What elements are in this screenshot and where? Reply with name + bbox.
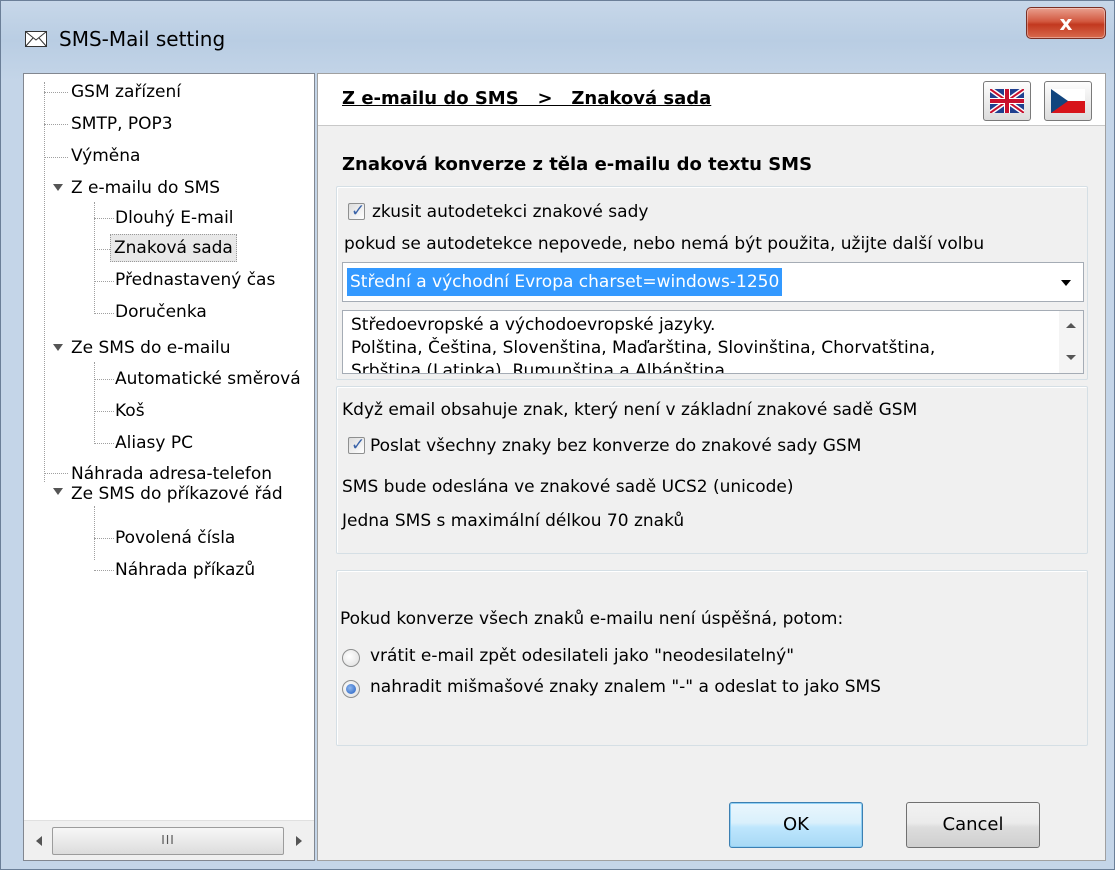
tree-item-nahrada-prikazu[interactable]: Náhrada příkazů: [112, 556, 258, 584]
charset-select[interactable]: Střední a východní Evropa charset=window…: [342, 262, 1084, 302]
tree-connector: [94, 362, 95, 444]
expand-icon[interactable]: [53, 344, 63, 351]
tree-item-kos[interactable]: Koš: [112, 397, 148, 425]
fallback-text: pokud se autodetekce nepovede, nebo nemá…: [344, 234, 985, 254]
expand-icon[interactable]: [53, 488, 63, 495]
grip-icon: III: [161, 833, 175, 847]
replace-chars-label: nahradit mišmašové znaky znalem "-" a od…: [370, 677, 881, 697]
envelope-icon: [25, 31, 47, 47]
close-icon: x: [1059, 11, 1073, 35]
tree-item-automaticke-smerovani[interactable]: Automatické směrová: [112, 365, 304, 393]
replace-chars-radio[interactable]: [342, 680, 360, 698]
description-scrollbar[interactable]: [1059, 311, 1083, 373]
czech-flag-icon: [1051, 89, 1085, 113]
title-bar[interactable]: SMS-Mail setting x: [1, 1, 1114, 73]
english-language-button[interactable]: [983, 81, 1031, 121]
uk-flag-icon: [990, 89, 1024, 113]
ok-button[interactable]: OK: [729, 802, 863, 848]
tree-item-ze-sms-do-emailu[interactable]: Ze SMS do e-mailu: [68, 334, 234, 362]
tree-connector: [94, 218, 114, 219]
radio-selected-dot: [346, 684, 356, 694]
cancel-button[interactable]: Cancel: [906, 802, 1040, 848]
tree-connector: [94, 281, 114, 282]
autodetect-label: zkusit autodetekci znakové sady: [372, 202, 649, 222]
breadcrumb: Z e-mailu do SMS > Znaková sada: [342, 88, 712, 109]
length-text: Jedna SMS s maximální délkou 70 znaků: [342, 511, 685, 531]
tree-connector: [94, 313, 114, 314]
scroll-up-icon[interactable]: [1066, 323, 1076, 328]
description-line: Středoevropské a východoevropské jazyky.: [351, 315, 716, 335]
tree-item-povolena-cisla[interactable]: Povolená čísla: [112, 524, 238, 552]
expand-icon[interactable]: [53, 184, 63, 191]
tree-connector: [94, 379, 114, 380]
tree-connector: [94, 443, 114, 444]
return-email-radio[interactable]: [342, 649, 360, 667]
checkmark-icon: ✓: [351, 201, 366, 221]
tree-connector: [94, 411, 114, 412]
send-all-checkbox[interactable]: ✓: [348, 435, 366, 455]
settings-window: SMS-Mail setting x GSM zařízení SMTP, PO…: [0, 0, 1115, 870]
tree-item-smtp-pop3[interactable]: SMTP, POP3: [68, 110, 176, 138]
settings-content: Z e-mailu do SMS > Znaková sada Znaková …: [317, 73, 1106, 861]
tree-item-z-emailu-do-sms[interactable]: Z e-mailu do SMS: [68, 174, 223, 202]
content-header: Z e-mailu do SMS > Znaková sada: [318, 74, 1105, 126]
tree-item-ze-sms-do-prikazove-radky[interactable]: Ze SMS do příkazové řád: [68, 480, 286, 508]
scroll-right-icon[interactable]: [296, 836, 302, 846]
tree-connector: [94, 506, 95, 560]
tree-item-vymena[interactable]: Výměna: [68, 142, 143, 170]
tree-horizontal-scrollbar[interactable]: III: [24, 820, 314, 860]
tree-connector: [44, 157, 68, 158]
ucs2-text: SMS bude odeslána ve znakové sadě UCS2 (…: [342, 477, 794, 497]
return-email-label: vrátit e-mail zpět odesilateli jako "neo…: [370, 646, 795, 666]
tree-viewport: GSM zařízení SMTP, POP3 Výměna Z e-mailu…: [24, 74, 314, 822]
scroll-left-icon[interactable]: [36, 836, 42, 846]
send-all-label: Poslat všechny znaky bez konverze do zna…: [370, 436, 862, 456]
scroll-down-icon[interactable]: [1066, 355, 1076, 360]
description-line: Srbština (Latinka), Rumunština a Albánšt…: [351, 361, 725, 374]
tree-item-gsm-zarizeni[interactable]: GSM zařízení: [68, 78, 184, 106]
tree-connector: [44, 473, 68, 474]
tree-item-dorucenka[interactable]: Doručenka: [112, 298, 210, 326]
close-button[interactable]: x: [1026, 7, 1106, 39]
failure-prompt: Pokud konverze všech znaků e-mailu není …: [340, 609, 844, 629]
tree-item-aliasy-pc[interactable]: Aliasy PC: [112, 429, 196, 457]
tree-item-dlouhy-email[interactable]: Dlouhý E-mail: [112, 204, 237, 232]
chevron-down-icon[interactable]: [1061, 280, 1071, 286]
czech-language-button[interactable]: [1044, 81, 1092, 121]
window-title: SMS-Mail setting: [59, 27, 226, 51]
autodetect-checkbox[interactable]: ✓: [348, 201, 366, 221]
charset-description: Středoevropské a východoevropské jazyky.…: [342, 310, 1084, 374]
description-line: Polština, Čeština, Slovenština, Maďaršti…: [351, 338, 936, 358]
tree-connector: [44, 124, 68, 125]
section-title: Znaková konverze z těla e-mailu do textu…: [342, 154, 813, 175]
tree-item-znakova-sada[interactable]: Znaková sada: [110, 234, 237, 262]
tree-connector: [94, 538, 114, 539]
scroll-thumb[interactable]: III: [52, 827, 284, 855]
tree-connector: [94, 570, 114, 571]
tree-connector: [44, 92, 68, 93]
settings-tree[interactable]: GSM zařízení SMTP, POP3 Výměna Z e-mailu…: [23, 73, 315, 861]
checkmark-icon: ✓: [351, 435, 366, 455]
charset-selected-value: Střední a východní Evropa charset=window…: [347, 268, 783, 296]
tree-item-prednastaveny-cas[interactable]: Přednastavený čas: [112, 266, 278, 294]
gsm-info-text: Když email obsahuje znak, který není v z…: [342, 400, 918, 420]
tree-connector: [44, 82, 45, 482]
